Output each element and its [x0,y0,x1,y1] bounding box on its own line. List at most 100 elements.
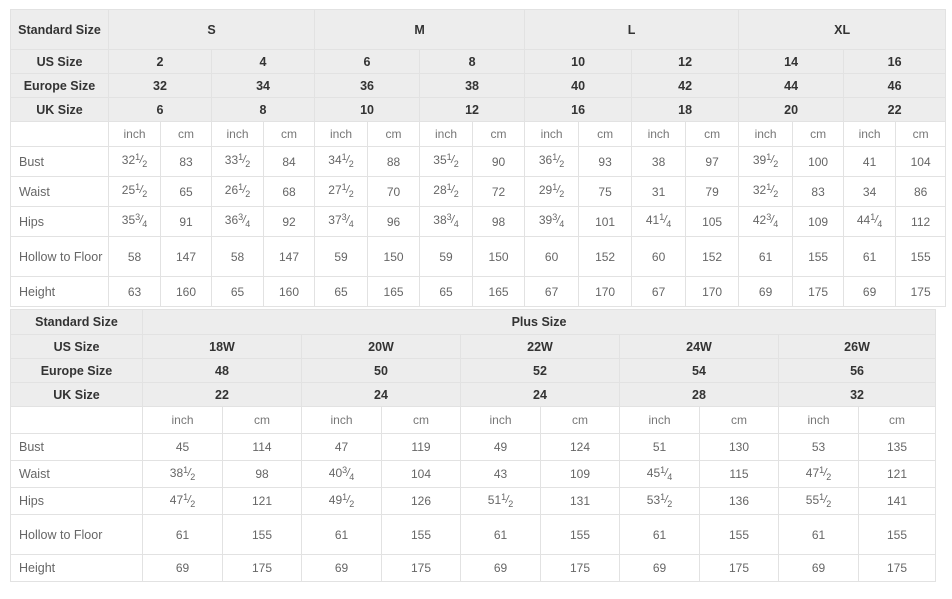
measurement-cm-bust: 90 [472,146,526,177]
measurement-cm-bust: 130 [699,433,779,461]
measurement-cm-bust: 104 [895,146,947,177]
measurement-cm-height: 175 [540,554,620,582]
measurement-cm-bust: 88 [367,146,421,177]
measurement-inch-waist: 381/2 [142,460,223,488]
europe-size-label: Europe Size [10,358,143,383]
us-size-value: 6 [314,49,421,74]
unit-inch: inch [211,121,264,147]
unit-cm: cm [685,121,740,147]
uk-size-value: 12 [419,97,526,122]
europe-size-value: 42 [631,73,740,98]
unit-cm: cm [222,406,302,434]
measurement-inch-hollow-to-floor: 59 [419,236,474,277]
measurement-inch-bust: 49 [460,433,541,461]
unit-header-row: inch cm inch cm inch cm inch cm inch cm [10,406,937,434]
unit-cm: cm [367,121,421,147]
unit-cm: cm [699,406,779,434]
unit-cm: cm [262,121,316,147]
measurement-label-height: Height [10,554,143,582]
table-row: Height 69 175 69 175 69 175 69 175 69 175 [10,554,937,582]
measurement-inch-waist: 261/2 [211,176,264,207]
measurement-inch-hollow-to-floor: 61 [778,514,859,555]
us-size-value: 16 [843,49,947,74]
measurement-cm-hips: 112 [895,206,947,237]
measurement-inch-height: 69 [460,554,541,582]
us-size-value: 18W [142,334,302,359]
group-header-row: Standard Size Plus Size [10,309,937,335]
measurement-cm-waist: 104 [381,460,461,488]
measurement-cm-hips: 126 [381,487,461,515]
unit-inch: inch [108,121,161,147]
uk-size-value: 6 [108,97,212,122]
uk-size-value: 16 [524,97,633,122]
table-row: Hips 471/2 121 491/2 126 511/2 131 531/2 136 551/… [10,487,937,515]
unit-cm: cm [857,406,937,434]
measurement-inch-hips: 441/4 [843,206,897,237]
measurement-cm-hollow-to-floor: 152 [685,236,740,277]
us-size-value: 26W [777,334,937,359]
measurement-cm-waist: 86 [895,176,947,207]
measurement-inch-waist: 451/4 [619,460,700,488]
us-size-value: 14 [738,49,845,74]
group-header-row: Standard Size S M L XL [10,9,947,50]
measurement-inch-hips: 511/2 [460,487,541,515]
measurement-cm-waist: 72 [472,176,526,207]
table-row: Bust 45 114 47 119 49 124 51 130 53 135 [10,433,937,461]
measurement-inch-bust: 38 [631,146,687,177]
uk-size-value: 22 [843,97,947,122]
measurement-inch-height: 69 [619,554,700,582]
europe-size-value: 54 [619,358,779,383]
measurement-cm-bust: 93 [578,146,633,177]
measurement-cm-hips: 136 [699,487,779,515]
table-row: Hips 353/4 91 363/4 92 373/4 96 383/4 98 393/4 101… [10,206,947,237]
measurement-inch-height: 65 [419,276,474,307]
measurement-inch-hips: 373/4 [314,206,369,237]
unit-cm: cm [381,406,461,434]
measurement-label-bust: Bust [10,146,109,177]
measurement-inch-hollow-to-floor: 60 [524,236,580,277]
measurement-cm-hollow-to-floor: 155 [895,236,947,277]
measurement-inch-waist: 43 [460,460,541,488]
europe-size-value: 52 [460,358,620,383]
measurement-inch-hollow-to-floor: 58 [211,236,264,277]
unit-inch: inch [301,406,382,434]
measurement-cm-hollow-to-floor: 150 [367,236,421,277]
measurement-inch-hips: 531/2 [619,487,700,515]
measurement-label-hollow-to-floor: Hollow to Floor [10,236,109,277]
measurement-cm-height: 165 [472,276,526,307]
uk-size-value: 22 [142,382,302,407]
unit-cm: cm [540,406,620,434]
measurement-inch-waist: 34 [843,176,897,207]
measurement-label-height: Height [10,276,109,307]
europe-size-row: Europe Size 32 34 36 38 40 42 44 46 [10,73,947,98]
us-size-row: US Size 18W 20W 22W 24W 26W [10,334,937,359]
measurement-inch-height: 67 [524,276,580,307]
measurement-cm-hollow-to-floor: 150 [472,236,526,277]
us-size-row: US Size 2 4 6 8 10 12 14 16 [10,49,947,74]
measurement-cm-waist: 79 [685,176,740,207]
measurement-cm-waist: 83 [792,176,845,207]
measurement-cm-hollow-to-floor: 155 [381,514,461,555]
measurement-inch-waist: 291/2 [524,176,580,207]
unit-inch: inch [778,406,859,434]
unit-cm: cm [472,121,526,147]
measurement-cm-hollow-to-floor: 155 [699,514,779,555]
table-row: Hollow to Floor 61 155 61 155 61 155 61 155 61 155 [10,514,937,555]
measurement-cm-hips: 109 [792,206,845,237]
us-size-value: 22W [460,334,620,359]
us-size-label: US Size [10,334,143,359]
unit-cm: cm [792,121,845,147]
europe-size-value: 40 [524,73,633,98]
measurement-inch-waist: 31 [631,176,687,207]
plus-size-table: Standard Size Plus Size US Size 18W 20W 22W 24… [10,309,937,582]
measurement-inch-bust: 341/2 [314,146,369,177]
measurement-inch-height: 63 [108,276,161,307]
measurement-cm-height: 170 [685,276,740,307]
measurement-cm-hips: 92 [262,206,316,237]
measurement-inch-height: 69 [738,276,794,307]
us-size-value: 4 [210,49,316,74]
measurement-inch-hollow-to-floor: 61 [301,514,382,555]
measurement-inch-bust: 41 [843,146,897,177]
table-row: Waist 251/2 65 261/2 68 271/2 70 281/2 72 291/2 75… [10,176,947,207]
unit-inch: inch [524,121,580,147]
